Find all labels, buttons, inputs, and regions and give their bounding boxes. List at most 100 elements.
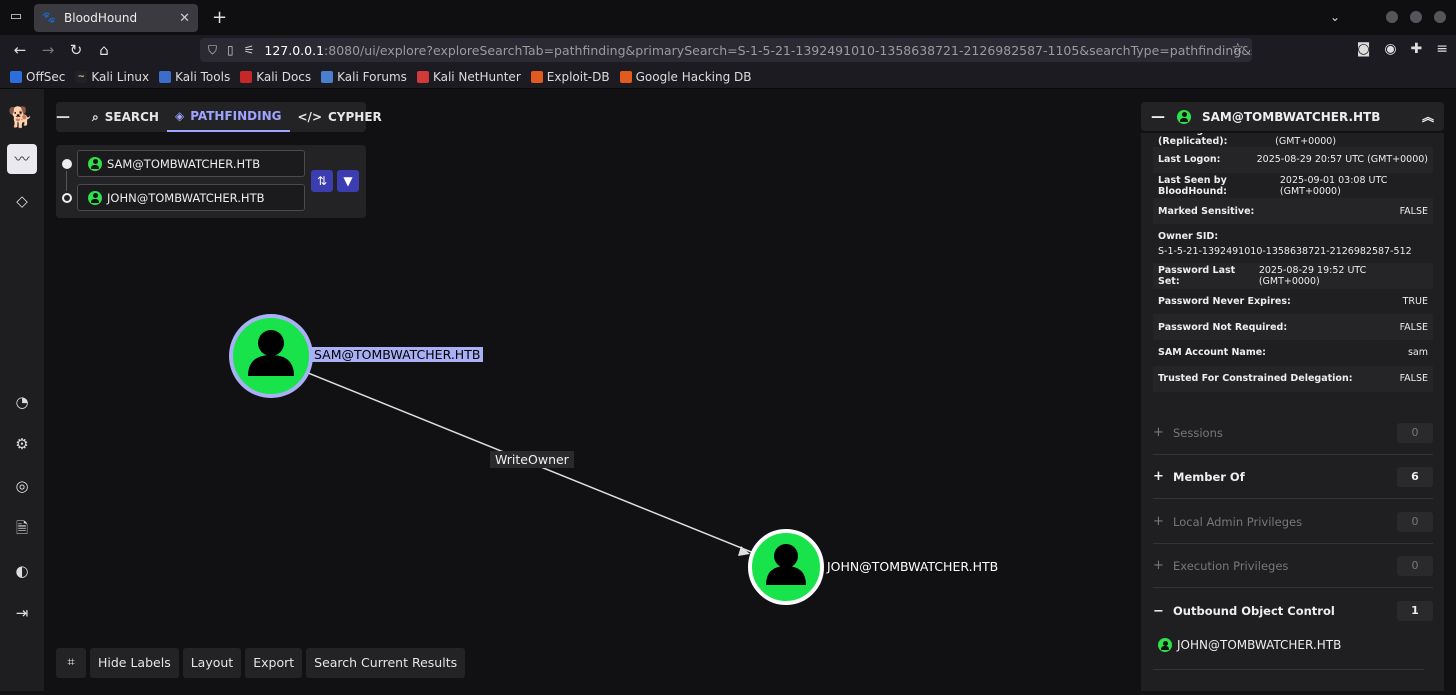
bloodhound-favicon-icon: 🐾 <box>42 11 56 24</box>
nethunter-icon <box>416 70 429 83</box>
property-row: Last Seen by BloodHound: 2025-09-01 03:08… <box>1158 174 1388 197</box>
section-sessions[interactable]: + Sessions 0 <box>1153 411 1433 455</box>
window-maximize-button[interactable] <box>1410 11 1422 23</box>
tab-list-icon[interactable]: ▭ <box>8 9 24 25</box>
bookmark-kali-nethunter[interactable]: Kali NetHunter <box>416 70 521 84</box>
window-minimize-button[interactable] <box>1386 11 1398 23</box>
hide-labels-button[interactable]: Hide Labels <box>90 648 179 678</box>
filter-button[interactable]: ▼ <box>337 170 359 192</box>
account-icon[interactable]: ◉ <box>1384 41 1396 57</box>
property-row: Password Last Set: 2025-08-29 19:52 UTC (… <box>1153 263 1433 289</box>
expand-plus-icon: + <box>1153 558 1164 573</box>
bookmark-offsec[interactable]: OffSec <box>10 70 65 84</box>
reload-icon[interactable]: ↻ <box>62 41 90 59</box>
property-row: Marked Sensitive: FALSE <box>1153 198 1433 225</box>
entity-panel[interactable]: Last Logon (Replicated):2025-08-29 19:53… <box>1141 133 1444 691</box>
path-connector <box>66 171 67 191</box>
section-outbound-object-control[interactable]: − Outbound Object Control 1 <box>1153 589 1433 633</box>
property-row: Trusted For Constrained Delegation: FALSE <box>1153 365 1433 392</box>
user-profile-icon[interactable]: ◔ <box>7 387 37 417</box>
contrast-icon[interactable]: ◐ <box>7 556 37 586</box>
user-settings-icon[interactable]: ⚙ <box>7 429 37 459</box>
source-node-input[interactable]: SAM@TOMBWATCHER.HTB <box>77 150 305 177</box>
destination-node-input[interactable]: JOHN@TOMBWATCHER.HTB <box>77 184 305 211</box>
window-close-button[interactable] <box>1434 11 1446 23</box>
end-node-target-icon <box>62 193 72 203</box>
tab-cypher[interactable]: </> CYPHER <box>290 102 390 132</box>
chevron-down-icon[interactable]: ⌄ <box>1330 10 1340 24</box>
forward-arrow-icon[interactable]: → <box>34 41 62 59</box>
bookmark-kali-forums[interactable]: Kali Forums <box>321 70 407 84</box>
ghdb-icon <box>619 70 632 83</box>
edge-label-writeowner[interactable]: WriteOwner <box>490 451 574 468</box>
kali-dragon-icon: ~ <box>75 70 88 83</box>
home-icon[interactable]: ⌂ <box>90 41 118 59</box>
user-icon <box>1177 109 1191 124</box>
user-icon <box>88 190 102 205</box>
collapse-minus-icon[interactable]: — <box>1151 109 1165 125</box>
layout-button[interactable]: Layout <box>182 648 242 678</box>
file-search-icon[interactable]: 🗎 <box>7 513 37 543</box>
bookmark-exploit-db[interactable]: Exploit-DB <box>530 70 610 84</box>
target-node-label[interactable]: JOHN@TOMBWATCHER.HTB <box>827 559 998 574</box>
shield-icon: ⛉ <box>208 42 218 57</box>
url-bar[interactable]: ⛉ ▯ ⚟ 127.0.0.1:8080/ui/explore?exploreS… <box>200 38 1252 62</box>
code-icon: </> <box>297 110 323 124</box>
bookmark-google-hacking-db[interactable]: Google Hacking DB <box>619 70 752 84</box>
section-local-admin-privileges[interactable]: + Local Admin Privileges 0 <box>1153 500 1433 544</box>
crop-icon[interactable]: ⌗ <box>56 648 86 678</box>
explore-nav-icon[interactable]: 〰 <box>7 144 37 174</box>
bookmark-kali-docs[interactable]: Kali Docs <box>240 70 311 84</box>
compass-icon[interactable]: ◎ <box>7 471 37 501</box>
bookmarks-bar: OffSec ~ Kali Linux Kali Tools Kali Docs … <box>0 65 1456 89</box>
source-node-label[interactable]: SAM@TOMBWATCHER.HTB <box>311 347 484 362</box>
swap-nodes-button[interactable]: ⇅ <box>311 170 333 192</box>
url-host: 127.0.0.1 <box>264 42 325 58</box>
expand-plus-icon: + <box>1153 514 1164 529</box>
property-row: Password Never Expires: TRUE <box>1158 296 1428 308</box>
expand-plus-icon: + <box>1153 425 1164 440</box>
browser-tab-bloodhound[interactable]: 🐾 BloodHound ✕ <box>34 4 198 32</box>
browser-navbar: ← → ↻ ⌂ ⛉ ▯ ⚟ 127.0.0.1:8080/ui/explore?… <box>0 35 1456 65</box>
browser-tabbar: ▭ 🐾 BloodHound ✕ + ⌄ <box>0 0 1456 35</box>
property-row: Owner SID: S-1-5-21-1392491010-1358638721… <box>1158 230 1412 257</box>
kali-forums-icon <box>321 70 334 83</box>
new-tab-plus-icon[interactable]: + <box>212 7 227 28</box>
left-nav: 🐕 〰 ◇ ◔ ⚙ ◎ 🗎 ◐ ⇥ <box>0 89 44 691</box>
pathfinding-diamond-icon: ◈ <box>174 109 185 123</box>
bookmark-kali-tools[interactable]: Kali Tools <box>159 70 230 84</box>
collapse-minus-icon: − <box>1153 603 1164 619</box>
outbound-control-item[interactable]: JOHN@TOMBWATCHER.HTB <box>1158 638 1341 652</box>
bookmark-star-icon[interactable]: ☆ <box>1231 41 1244 57</box>
collapse-minus-icon[interactable]: — <box>56 109 70 125</box>
logout-icon[interactable]: ⇥ <box>7 598 37 628</box>
search-tabs: — ⌕ SEARCH ◈ PATHFINDING </> CYPHER <box>56 102 382 132</box>
property-row: SAM Account Name: sam <box>1158 347 1428 359</box>
bookmark-kali-linux[interactable]: ~ Kali Linux <box>75 70 149 84</box>
extensions-icon[interactable]: ✚ <box>1411 41 1423 57</box>
tab-close-icon[interactable]: ✕ <box>179 11 190 26</box>
source-user-node[interactable] <box>229 314 313 398</box>
section-member-of[interactable]: + Member Of 6 <box>1153 455 1433 499</box>
tab-search[interactable]: ⌕ SEARCH <box>84 102 167 132</box>
export-button[interactable]: Export <box>245 648 303 678</box>
kali-tools-icon <box>159 70 172 83</box>
property-row: Last Logon (Replicated):2025-08-29 19:53… <box>1158 133 1383 147</box>
expand-plus-icon: + <box>1153 469 1164 484</box>
back-arrow-icon[interactable]: ← <box>6 41 34 59</box>
section-execution-privileges[interactable]: + Execution Privileges 0 <box>1153 544 1433 588</box>
start-node-dot-icon <box>62 159 72 169</box>
property-list: Last Logon (Replicated):2025-08-29 19:53… <box>1153 133 1433 392</box>
chevron-up-double-icon[interactable]: ︽ <box>1422 108 1434 125</box>
exploit-db-icon <box>530 70 543 83</box>
pathfinding-box: SAM@TOMBWATCHER.HTB JOHN@TOMBWATCHER.HTB… <box>56 145 366 218</box>
target-user-node[interactable] <box>748 529 824 605</box>
user-icon <box>1158 638 1172 652</box>
pocket-icon[interactable]: ◙ <box>1357 41 1371 57</box>
gem-icon[interactable]: ◇ <box>7 186 37 216</box>
search-current-results-button[interactable]: Search Current Results <box>306 648 466 678</box>
graph-toolbar: ⌗ Hide Labels Layout Export Search Curre… <box>56 648 466 678</box>
property-row: Password Not Required: FALSE <box>1153 314 1433 341</box>
menu-icon[interactable]: ≡ <box>1436 41 1448 57</box>
tab-pathfinding[interactable]: ◈ PATHFINDING <box>166 102 290 132</box>
